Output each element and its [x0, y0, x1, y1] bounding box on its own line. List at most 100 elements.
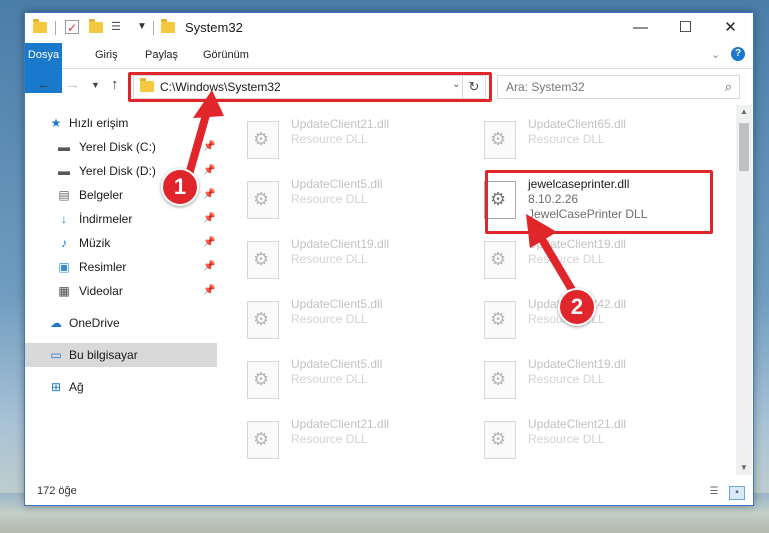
sidebar-item-this-pc[interactable]: ▭ Bu bilgisayar	[25, 343, 217, 367]
window-folder-icon	[161, 19, 175, 34]
file-type: Resource DLL	[528, 252, 605, 266]
step-2-callout: 2	[558, 288, 596, 326]
file-item[interactable]: UpdateClient65.dll Resource DLL	[458, 113, 678, 163]
pin-icon[interactable]: 📌	[203, 213, 215, 224]
file-type: Resource DLL	[528, 372, 605, 386]
file-name: UpdateClient21.dll	[291, 117, 390, 131]
properties-icon[interactable]: ✓	[65, 20, 79, 35]
videos-icon: ▦	[58, 284, 70, 298]
search-icon[interactable]: ⌕	[725, 79, 732, 95]
recent-locations-icon[interactable]: ▼	[91, 80, 100, 90]
sidebar-item-videos[interactable]: ▦ Videolar 📌	[25, 279, 217, 303]
pin-icon[interactable]: 📌	[203, 261, 215, 272]
folder-icon	[33, 19, 47, 34]
sidebar-item-label: OneDrive	[69, 316, 120, 330]
navigation-pane: ★ Hızlı erişim ▬ Yerel Disk (C:) 📌 ▬ Yer…	[25, 105, 217, 475]
pin-icon[interactable]: 📌	[203, 237, 215, 248]
file-type: Resource DLL	[528, 432, 605, 446]
vertical-scrollbar[interactable]: ▲ ▼	[736, 105, 752, 475]
sidebar-item-label: Videolar	[79, 284, 123, 298]
customize-qa-icon[interactable]: ☰	[111, 20, 125, 34]
dll-file-icon	[247, 121, 279, 159]
dll-file-icon	[484, 241, 516, 279]
drive-icon: ▬	[58, 164, 70, 178]
dll-file-icon	[247, 301, 279, 339]
sidebar-item-quick-access[interactable]: ★ Hızlı erişim	[25, 111, 217, 135]
expand-ribbon-icon[interactable]: ⌄	[711, 48, 720, 61]
file-item[interactable]: UpdateClient5.dll Resource DLL	[221, 353, 441, 403]
step-1-callout: 1	[161, 168, 199, 206]
network-icon: ⊞	[50, 380, 62, 394]
file-item[interactable]: UpdateClient21.dll Resource DLL	[458, 413, 678, 463]
minimize-button[interactable]: —	[618, 13, 663, 43]
sidebar-item-network[interactable]: ⊞ Ağ	[25, 375, 217, 399]
file-highlight-box	[485, 170, 713, 234]
documents-icon: ▤	[58, 188, 70, 202]
pin-icon[interactable]: 📌	[203, 165, 215, 176]
sidebar-item-label: Ağ	[69, 380, 84, 394]
forward-arrow-icon[interactable]: →	[65, 76, 80, 93]
file-name: UpdateClient19.dll	[528, 237, 627, 251]
sidebar-item-label: Bu bilgisayar	[69, 348, 138, 362]
dll-file-icon	[484, 421, 516, 459]
pin-icon[interactable]: 📌	[203, 189, 215, 200]
tab-share[interactable]: Paylaş	[135, 43, 188, 68]
sidebar-item-pictures[interactable]: ▣ Resimler 📌	[25, 255, 217, 279]
up-arrow-icon[interactable]: ↑	[111, 76, 119, 93]
file-name: UpdateClient19.dll	[291, 237, 390, 251]
file-item[interactable]: UpdateClient21.dll Resource DLL	[221, 413, 441, 463]
dll-file-icon	[247, 241, 279, 279]
pin-icon[interactable]: 📌	[203, 285, 215, 296]
file-type: Resource DLL	[291, 132, 368, 146]
file-type: Resource DLL	[291, 432, 368, 446]
sidebar-item-label: Müzik	[79, 236, 111, 250]
ribbon-tabs: Dosya Giriş Paylaş Görünüm ⌄ ?	[25, 43, 753, 93]
scroll-thumb[interactable]	[739, 123, 749, 171]
file-item[interactable]: UpdateClient5.dll Resource DLL	[221, 293, 441, 343]
file-name: UpdateClient5.dll	[291, 357, 383, 371]
new-folder-icon[interactable]	[89, 19, 103, 34]
sidebar-item-onedrive[interactable]: ☁ OneDrive	[25, 311, 217, 335]
file-item[interactable]: UpdateClient5.dll Resource DLL	[221, 173, 441, 223]
star-icon: ★	[50, 116, 62, 130]
file-item[interactable]: UpdateClient19.dll Resource DLL	[458, 233, 678, 283]
scroll-up-icon[interactable]: ▲	[736, 105, 752, 119]
cloud-icon: ☁	[50, 316, 62, 330]
sidebar-item-label: Yerel Disk (C:)	[79, 140, 156, 154]
large-icons-view-icon[interactable]: ▪	[729, 486, 745, 500]
back-arrow-icon[interactable]: ←	[37, 76, 52, 93]
file-name: UpdateClient19.dll	[528, 357, 627, 371]
file-name: UpdateClient65.dll	[528, 117, 627, 131]
sidebar-item-downloads[interactable]: ↓ İndirmeler 📌	[25, 207, 217, 231]
file-item[interactable]: UpdateClient21.dll Resource DLL	[221, 113, 441, 163]
sidebar-item-label: Resimler	[79, 260, 127, 274]
computer-icon: ▭	[50, 348, 62, 362]
sidebar-item-label: Hızlı erişim	[69, 116, 129, 130]
maximize-button[interactable]: ☐	[663, 13, 708, 43]
explorer-window: ✓ ☰ ▼ System32 — ☐ ✕ Dosya Giriş Paylaş …	[24, 12, 754, 506]
tab-view[interactable]: Görünüm	[193, 43, 259, 68]
file-item[interactable]: UpdateClient19.dll Resource DLL	[458, 353, 678, 403]
close-button[interactable]: ✕	[708, 13, 753, 43]
file-item[interactable]: UpdateClient19.dll Resource DLL	[221, 233, 441, 283]
sidebar-item-label: Yerel Disk (D:)	[79, 164, 156, 178]
sidebar-item-music[interactable]: ♪ Müzik 📌	[25, 231, 217, 255]
file-type: Resource DLL	[291, 252, 368, 266]
details-view-icon[interactable]: ☰	[707, 486, 721, 498]
file-name: UpdateClient21.dll	[528, 417, 627, 431]
tab-home[interactable]: Giriş	[85, 43, 128, 68]
scroll-down-icon[interactable]: ▼	[736, 461, 752, 475]
search-input[interactable]: Ara: System32 ⌕	[497, 75, 740, 99]
sidebar-item-disk-c[interactable]: ▬ Yerel Disk (C:) 📌	[25, 135, 217, 159]
item-count: 172 öğe	[37, 485, 77, 497]
help-icon[interactable]: ?	[731, 47, 745, 61]
file-type: Resource DLL	[528, 132, 605, 146]
pictures-icon: ▣	[58, 260, 70, 274]
pin-icon[interactable]: 📌	[203, 141, 215, 152]
dll-file-icon	[484, 121, 516, 159]
file-name: UpdateClient5.dll	[291, 177, 383, 191]
status-bar: 172 öğe ☰ ▪	[25, 481, 753, 503]
chevron-down-icon[interactable]: ▼	[137, 20, 151, 34]
dll-file-icon	[247, 421, 279, 459]
divider	[153, 21, 154, 35]
